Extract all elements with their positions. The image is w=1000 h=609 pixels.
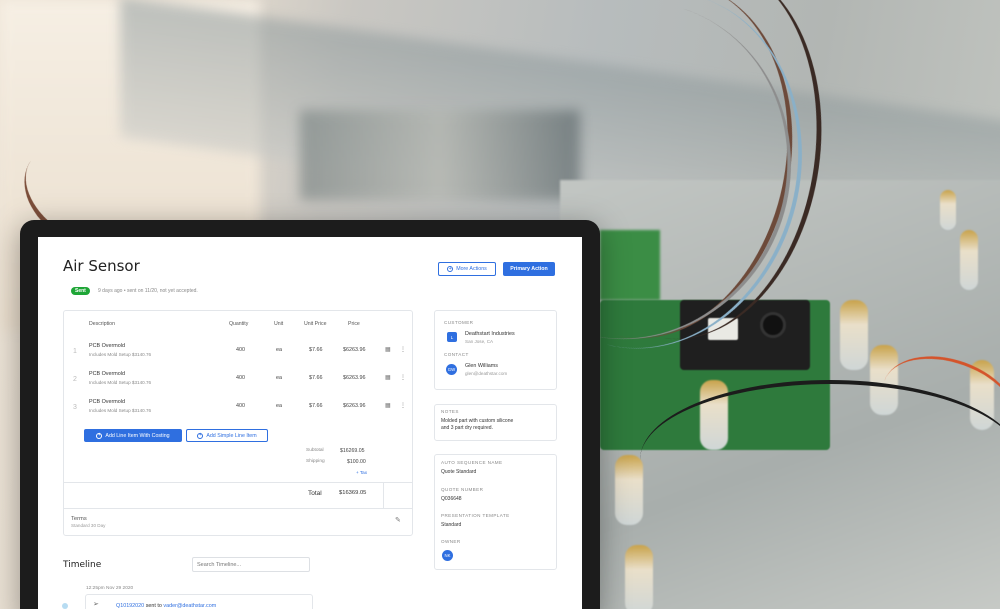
timeline-timestamp: 12:25pm Nov 29 2020 bbox=[86, 586, 134, 591]
owner-label: OWNER bbox=[441, 539, 461, 544]
row-quantity: 400 bbox=[236, 403, 245, 409]
company-name[interactable]: Deathstart Industries bbox=[465, 331, 515, 337]
template-value[interactable]: Standard bbox=[441, 522, 461, 528]
add-simple-line-item-button[interactable]: + Add Simple Line Item bbox=[186, 429, 268, 442]
status-text: 9 days ago • sent on 11/20, not yet acce… bbox=[98, 288, 198, 294]
plus-circle-icon: + bbox=[447, 265, 454, 272]
row-number: 1 bbox=[73, 348, 77, 355]
timeline-title: Timeline bbox=[63, 560, 102, 570]
row-unit: ea bbox=[276, 375, 282, 381]
row-unit-price: $7.66 bbox=[309, 375, 323, 381]
laptop-frame: Air Sensor Sent 9 days ago • sent on 11/… bbox=[20, 220, 600, 609]
company-avatar: L bbox=[447, 332, 457, 342]
row-price: $6263.96 bbox=[343, 403, 366, 409]
row-name[interactable]: PCB Overmold bbox=[89, 399, 125, 405]
email-link[interactable]: vader@deathstar.com bbox=[163, 603, 216, 609]
row-price: $6263.96 bbox=[343, 347, 366, 353]
terms-value: Standard 30 Day bbox=[71, 523, 106, 528]
owner-avatar[interactable]: NK bbox=[442, 550, 453, 561]
customer-label: CUSTOMER bbox=[444, 320, 474, 325]
more-options-icon[interactable]: ⋮ bbox=[400, 402, 406, 409]
sent-to-text: sent to bbox=[145, 603, 162, 609]
row-quantity: 400 bbox=[236, 375, 245, 381]
row-quantity: 400 bbox=[236, 347, 245, 353]
total-label: Total bbox=[308, 490, 322, 497]
add-simple-label: Add Simple Line Item bbox=[206, 432, 257, 439]
timeline-search-input[interactable]: Search Timeline... bbox=[192, 557, 310, 572]
send-icon: ➢ bbox=[93, 601, 99, 608]
notes-text: Molded part with custom silicone bbox=[441, 418, 514, 424]
timeline-dot bbox=[62, 603, 68, 609]
header-unit-price: Unit Price bbox=[304, 321, 327, 327]
calculator-icon[interactable]: ▦ bbox=[385, 346, 391, 353]
terms-label: Terms bbox=[71, 516, 87, 522]
more-options-icon[interactable]: ⋮ bbox=[400, 346, 406, 353]
template-label: PRESENTATION TEMPLATE bbox=[441, 513, 510, 518]
row-price: $6263.96 bbox=[343, 375, 366, 381]
row-name[interactable]: PCB Overmold bbox=[89, 343, 125, 349]
contact-label: CONTACT bbox=[444, 352, 469, 357]
more-actions-label: More Actions bbox=[456, 266, 487, 272]
row-name[interactable]: PCB Overmold bbox=[89, 371, 125, 377]
calculator-icon[interactable]: ▦ bbox=[385, 374, 391, 381]
notes-text: and 3 part dry required. bbox=[441, 425, 493, 431]
contact-name[interactable]: Glen Williams bbox=[465, 363, 498, 369]
header-price: Price bbox=[348, 321, 360, 327]
more-options-icon[interactable]: ⋮ bbox=[400, 374, 406, 381]
quote-number-label: QUOTE NUMBER bbox=[441, 487, 484, 492]
row-unit-price: $7.66 bbox=[309, 403, 323, 409]
quote-link[interactable]: Q10192020 bbox=[116, 603, 144, 609]
contact-email[interactable]: glen@deathstar.com bbox=[465, 371, 507, 376]
row-subtext: Includes Mold Setup $3140.76 bbox=[89, 380, 152, 385]
notes-label: NOTES bbox=[441, 409, 459, 414]
row-subtext: Includes Mold Setup $3140.76 bbox=[89, 352, 152, 357]
total-value: $16369.05 bbox=[339, 490, 367, 496]
status-badge: Sent bbox=[71, 287, 90, 295]
header-quantity: Quantity bbox=[229, 321, 249, 327]
auto-sequence-value[interactable]: Quote Standard bbox=[441, 469, 476, 475]
divider bbox=[383, 482, 384, 509]
shipping-value: $100.00 bbox=[347, 459, 366, 465]
calculator-icon[interactable]: ▦ bbox=[385, 402, 391, 409]
add-costing-label: Add Line Item With Costing bbox=[105, 432, 170, 439]
add-line-item-costing-button[interactable]: + Add Line Item With Costing bbox=[84, 429, 182, 442]
row-number: 3 bbox=[73, 404, 77, 411]
subtotal-label: Subtotal bbox=[306, 448, 324, 453]
row-subtext: Includes Mold Setup $3140.76 bbox=[89, 408, 152, 413]
plus-circle-icon: + bbox=[197, 432, 204, 439]
quote-number-value: Q036648 bbox=[441, 496, 462, 502]
plus-circle-icon: + bbox=[96, 432, 103, 439]
row-number: 2 bbox=[73, 376, 77, 383]
more-actions-button[interactable]: + More Actions bbox=[438, 262, 496, 276]
header-unit: Unit bbox=[274, 321, 284, 327]
add-tax-link[interactable]: + Tax bbox=[356, 470, 367, 475]
row-unit-price: $7.66 bbox=[309, 347, 323, 353]
company-location: San Jose, CA bbox=[465, 339, 494, 344]
edit-icon[interactable]: ✎ bbox=[395, 516, 401, 524]
app-screen: Air Sensor Sent 9 days ago • sent on 11/… bbox=[38, 237, 582, 609]
page-title: Air Sensor bbox=[63, 257, 140, 275]
primary-action-button[interactable]: Primary Action bbox=[503, 262, 555, 276]
row-unit: ea bbox=[276, 347, 282, 353]
timeline-entry-text: Q10192020 sent to vader@deathstar.com bbox=[116, 603, 216, 609]
shipping-label: Shipping bbox=[306, 459, 325, 464]
row-unit: ea bbox=[276, 403, 282, 409]
contact-avatar: GW bbox=[446, 364, 457, 375]
header-description: Description bbox=[89, 321, 115, 327]
auto-sequence-label: AUTO SEQUENCE NAME bbox=[441, 460, 503, 465]
subtotal-value: $16269.05 bbox=[340, 448, 365, 454]
